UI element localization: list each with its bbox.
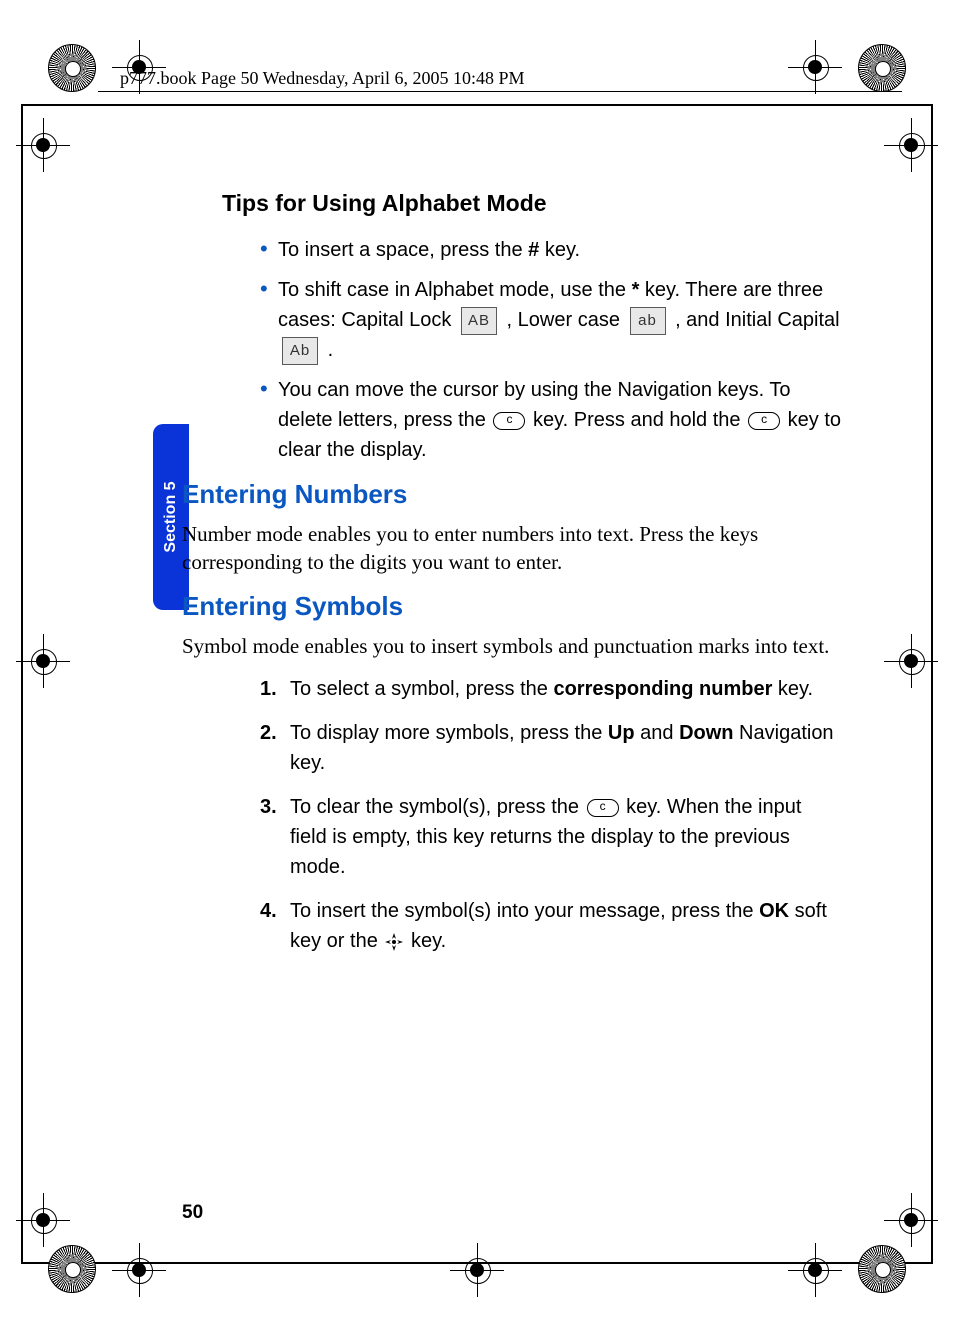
text: To shift case in Alphabet mode, use the — [278, 279, 632, 301]
caps-lock-icon: AB — [461, 307, 497, 335]
list-item: To select a symbol, press the correspond… — [260, 674, 842, 704]
registration-mark-icon — [22, 1199, 64, 1241]
text: To insert a space, press the — [278, 239, 528, 261]
list-item: To insert the symbol(s) into your messag… — [260, 896, 842, 956]
steps-list: To select a symbol, press the correspond… — [260, 674, 842, 956]
text: key. Press and hold the — [527, 409, 746, 431]
page-content: Tips for Using Alphabet Mode To insert a… — [182, 190, 842, 970]
header-rule — [98, 91, 902, 92]
radial-mark-icon — [858, 1245, 906, 1293]
text: and — [635, 722, 679, 744]
body-text: Symbol mode enables you to insert symbol… — [182, 632, 842, 660]
list-item: To insert a space, press the # key. — [260, 235, 842, 265]
heading-tips: Tips for Using Alphabet Mode — [222, 190, 842, 217]
lowercase-icon: ab — [630, 307, 666, 335]
text: To select a symbol, press the — [290, 678, 553, 700]
registration-mark-icon — [22, 124, 64, 166]
heading-entering-symbols: Entering Symbols — [182, 591, 842, 622]
text: Down — [679, 722, 733, 744]
text: To clear the symbol(s), press the — [290, 796, 585, 818]
text: . — [328, 339, 334, 361]
text: key. — [539, 239, 580, 261]
text: , Lower case — [507, 309, 626, 331]
list-item: To shift case in Alphabet mode, use the … — [260, 275, 842, 365]
clear-key-icon — [587, 799, 619, 817]
text: key. — [772, 678, 813, 700]
nav-key-icon — [385, 933, 403, 951]
registration-mark-icon — [456, 1249, 498, 1291]
heading-entering-numbers: Entering Numbers — [182, 479, 842, 510]
registration-mark-icon — [794, 1249, 836, 1291]
text: corresponding number — [553, 678, 772, 700]
text: Up — [608, 722, 635, 744]
registration-mark-icon — [890, 1199, 932, 1241]
list-item: To display more symbols, press the Up an… — [260, 718, 842, 778]
registration-mark-icon — [22, 640, 64, 682]
registration-mark-icon — [118, 1249, 160, 1291]
text: key. — [405, 930, 446, 952]
registration-mark-icon — [890, 640, 932, 682]
crop-line-left — [21, 104, 23, 1264]
body-text: Number mode enables you to enter numbers… — [182, 520, 842, 577]
radial-mark-icon — [48, 44, 96, 92]
text: OK — [759, 900, 789, 922]
crop-line-right — [931, 104, 933, 1264]
radial-mark-icon — [48, 1245, 96, 1293]
page-number: 50 — [182, 1202, 203, 1224]
section-tab-label: Section 5 — [162, 481, 180, 552]
text: To insert the symbol(s) into your messag… — [290, 900, 759, 922]
list-item: To clear the symbol(s), press the key. W… — [260, 792, 842, 882]
crop-line-top — [21, 104, 933, 106]
text: , and Initial Capital — [675, 309, 840, 331]
hash-key-label: # — [528, 239, 539, 261]
registration-mark-icon — [890, 124, 932, 166]
clear-key-icon — [748, 412, 780, 430]
bullet-list: To insert a space, press the # key. To s… — [260, 235, 842, 465]
text: To display more symbols, press the — [290, 722, 608, 744]
clear-key-icon — [493, 412, 525, 430]
list-item: You can move the cursor by using the Nav… — [260, 375, 842, 465]
running-header: p777.book Page 50 Wednesday, April 6, 20… — [120, 68, 889, 89]
initial-cap-icon: Ab — [282, 337, 318, 365]
